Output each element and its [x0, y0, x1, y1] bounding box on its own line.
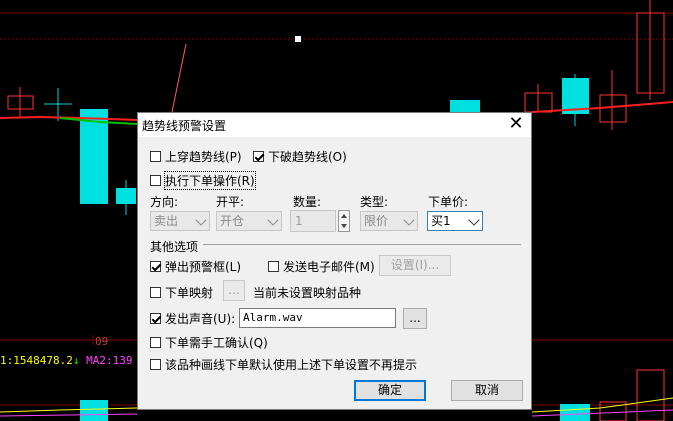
other-options-heading: 其他选项	[150, 240, 199, 254]
ok-button[interactable]: 确定	[354, 380, 426, 401]
close-icon[interactable]: ✕	[505, 113, 527, 135]
sound-file-input[interactable]: Alarm.wav	[239, 308, 396, 328]
execute-order-checkbox[interactable]	[150, 175, 161, 186]
send-email-checkbox[interactable]	[268, 261, 279, 272]
chevron-down-icon	[468, 214, 480, 226]
quantity-spin-buttons[interactable]	[338, 210, 350, 232]
sound-browse-button[interactable]: ...	[403, 308, 427, 329]
direction-label: 方向:	[150, 195, 179, 209]
volume-bar	[560, 404, 590, 421]
chevron-down-icon	[403, 214, 415, 226]
play-sound-label[interactable]: 发出声音(U):	[165, 310, 235, 327]
direction-select-value: 卖出	[154, 214, 179, 228]
email-settings-button[interactable]: 设置(I)...	[379, 255, 451, 276]
order-price-label: 下单价:	[428, 195, 469, 209]
dialog-title: 趋势线预警设置	[142, 119, 227, 133]
mapping-browse-button[interactable]: ...	[223, 280, 245, 301]
volume-bar	[636, 369, 665, 421]
direction-select[interactable]: 卖出	[150, 211, 210, 231]
group-separator	[203, 244, 521, 245]
no-prompt-label[interactable]: 该品种画线下单默认使用上述下单设置不再提示	[165, 356, 417, 373]
volume-ma-line	[0, 407, 138, 413]
chevron-down-icon	[195, 214, 207, 226]
send-email-label[interactable]: 发送电子邮件(M)	[283, 258, 375, 275]
indicator-value: 1:1548478.2↓ MA2:139	[0, 354, 132, 367]
order-price-select-value: 买1	[431, 214, 451, 228]
type-label: 类型:	[360, 195, 389, 209]
candle-down	[450, 100, 480, 112]
date-label: 09	[95, 335, 109, 348]
cross-down-label[interactable]: 下破趋势线(O)	[268, 148, 347, 165]
manual-confirm-label[interactable]: 下单需手工确认(Q)	[165, 334, 268, 351]
order-mapping-label[interactable]: 下单映射	[165, 284, 213, 301]
no-prompt-checkbox[interactable]	[150, 359, 161, 370]
dialog-titlebar[interactable]: 趋势线预警设置 ✕	[138, 113, 531, 137]
candle-down	[116, 188, 136, 204]
trend-line-drawn	[171, 43, 187, 113]
quantity-label: 数量:	[293, 195, 322, 209]
popup-alert-label[interactable]: 弹出预警框(L)	[165, 258, 241, 275]
volume-bar	[80, 400, 108, 421]
down-arrow-icon: ↓	[72, 354, 80, 367]
spin-down-icon[interactable]	[341, 224, 347, 228]
order-type-select[interactable]: 限价	[360, 211, 418, 231]
open-close-select-value: 开仓	[220, 214, 245, 228]
candle-down	[80, 109, 108, 204]
cross-up-label[interactable]: 上穿趋势线(P)	[165, 148, 242, 165]
mapping-status-text: 当前未设置映射品种	[253, 286, 362, 300]
trendline-alert-dialog: 趋势线预警设置 ✕ 上穿趋势线(P) 下破趋势线(O) 执行下单操作(R) 方向…	[137, 112, 532, 410]
quantity-value: 1	[295, 214, 303, 228]
cross-down-checkbox[interactable]	[253, 151, 264, 162]
execute-order-label[interactable]: 执行下单操作(R)	[164, 171, 256, 190]
indicator-value-text: 1:1548478.2	[0, 354, 73, 367]
cancel-button[interactable]: 取消	[451, 380, 523, 401]
order-mapping-checkbox[interactable]	[150, 287, 161, 298]
quantity-stepper[interactable]: 1	[290, 210, 336, 232]
open-close-select[interactable]: 开仓	[216, 211, 282, 231]
play-sound-checkbox[interactable]	[150, 313, 161, 324]
popup-alert-checkbox[interactable]	[150, 261, 161, 272]
cross-up-checkbox[interactable]	[150, 151, 161, 162]
ma2-label: MA2:139	[86, 354, 133, 367]
open-close-label: 开平:	[216, 195, 245, 209]
manual-confirm-checkbox[interactable]	[150, 337, 161, 348]
cursor-marker	[295, 36, 301, 42]
order-type-select-value: 限价	[364, 214, 389, 228]
volume-ma-line	[0, 413, 138, 417]
ma1-line	[531, 101, 673, 113]
spin-up-icon[interactable]	[341, 214, 347, 218]
chevron-down-icon	[267, 214, 279, 226]
order-price-select[interactable]: 买1	[427, 211, 483, 231]
